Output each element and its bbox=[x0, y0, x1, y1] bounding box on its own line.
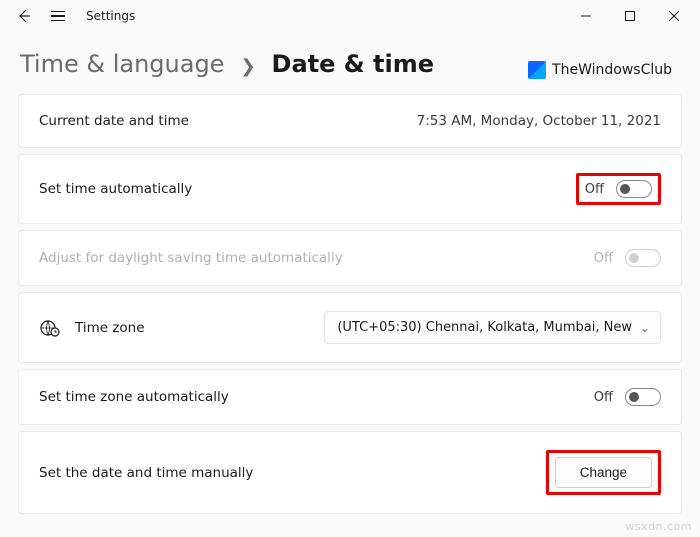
auto-time-state: Off bbox=[585, 182, 604, 197]
minimize-icon bbox=[581, 11, 591, 21]
titlebar: Settings bbox=[0, 0, 700, 32]
change-button[interactable]: Change bbox=[555, 457, 652, 488]
watermark: wsxdn.com bbox=[625, 520, 692, 533]
settings-content: Current date and time 7:53 AM, Monday, O… bbox=[0, 86, 700, 514]
row-set-manually: Set the date and time manually Change bbox=[18, 431, 682, 514]
close-button[interactable] bbox=[652, 1, 696, 31]
highlight-change: Change bbox=[546, 450, 661, 495]
dst-toggle bbox=[625, 249, 661, 267]
dst-state: Off bbox=[594, 251, 613, 266]
chevron-right-icon: ❯ bbox=[240, 56, 255, 77]
maximize-icon bbox=[625, 11, 635, 21]
auto-tz-toggle[interactable] bbox=[625, 388, 661, 406]
back-button[interactable] bbox=[14, 8, 34, 24]
auto-time-label: Set time automatically bbox=[39, 181, 192, 197]
row-time-zone: Time zone (UTC+05:30) Chennai, Kolkata, … bbox=[18, 292, 682, 363]
logo-icon bbox=[528, 61, 546, 79]
dst-label: Adjust for daylight saving time automati… bbox=[39, 250, 343, 266]
close-icon bbox=[669, 11, 679, 21]
timezone-selected: (UTC+05:30) Chennai, Kolkata, Mumbai, Ne… bbox=[337, 320, 632, 335]
highlight-auto-time: Off bbox=[576, 173, 661, 205]
current-datetime-label: Current date and time bbox=[39, 113, 189, 129]
breadcrumb-parent[interactable]: Time & language bbox=[20, 50, 224, 78]
breadcrumb: Time & language ❯ Date & time TheWindows… bbox=[0, 32, 700, 86]
site-logo: TheWindowsClub bbox=[528, 61, 680, 79]
row-dst-automatically: Adjust for daylight saving time automati… bbox=[18, 230, 682, 286]
window-controls bbox=[564, 1, 696, 31]
maximize-button[interactable] bbox=[608, 1, 652, 31]
timezone-select[interactable]: (UTC+05:30) Chennai, Kolkata, Mumbai, Ne… bbox=[324, 311, 661, 344]
breadcrumb-current: Date & time bbox=[272, 50, 435, 78]
logo-text: TheWindowsClub bbox=[552, 62, 672, 78]
row-set-time-automatically: Set time automatically Off bbox=[18, 154, 682, 224]
chevron-down-icon: ⌄ bbox=[640, 321, 650, 335]
current-datetime-value: 7:53 AM, Monday, October 11, 2021 bbox=[417, 113, 661, 129]
minimize-button[interactable] bbox=[564, 1, 608, 31]
app-title: Settings bbox=[86, 9, 135, 23]
timezone-label: Time zone bbox=[75, 320, 145, 336]
globe-clock-icon bbox=[39, 317, 61, 339]
auto-tz-state: Off bbox=[594, 390, 613, 405]
arrow-left-icon bbox=[16, 8, 32, 24]
menu-button[interactable] bbox=[48, 11, 68, 22]
row-current-datetime: Current date and time 7:53 AM, Monday, O… bbox=[18, 94, 682, 148]
auto-time-toggle[interactable] bbox=[616, 180, 652, 198]
manual-label: Set the date and time manually bbox=[39, 465, 253, 481]
auto-tz-label: Set time zone automatically bbox=[39, 389, 229, 405]
row-set-timezone-automatically: Set time zone automatically Off bbox=[18, 369, 682, 425]
